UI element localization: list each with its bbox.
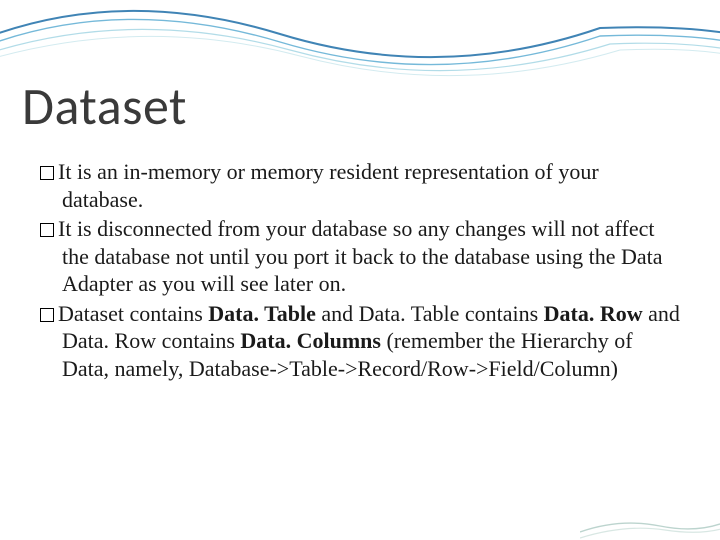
bullet-item: It is an in-memory or memory resident re… [40, 158, 680, 213]
slide-body: It is an in-memory or memory resident re… [40, 158, 680, 384]
bullet-marker-icon [40, 223, 54, 237]
wave-decoration-bottom [580, 480, 720, 540]
text-segment: It is disconnected from your database so… [58, 216, 663, 296]
text-segment: and Data. Table contains [316, 301, 544, 326]
text-segment: Data. Columns [240, 328, 381, 353]
text-segment: Data. Table [208, 301, 316, 326]
slide: Dataset It is an in-memory or memory res… [0, 0, 720, 540]
bullet-marker-icon [40, 166, 54, 180]
wave-decoration-top [0, 0, 720, 80]
slide-title: Dataset [22, 74, 187, 138]
bullet-item: It is disconnected from your database so… [40, 215, 680, 298]
text-segment: It is an in-memory or memory resident re… [58, 159, 599, 212]
bullet-marker-icon [40, 308, 54, 322]
text-segment: Dataset contains [58, 301, 208, 326]
text-segment: Data. Row [544, 301, 643, 326]
bullet-item: Dataset contains Data. Table and Data. T… [40, 300, 680, 383]
